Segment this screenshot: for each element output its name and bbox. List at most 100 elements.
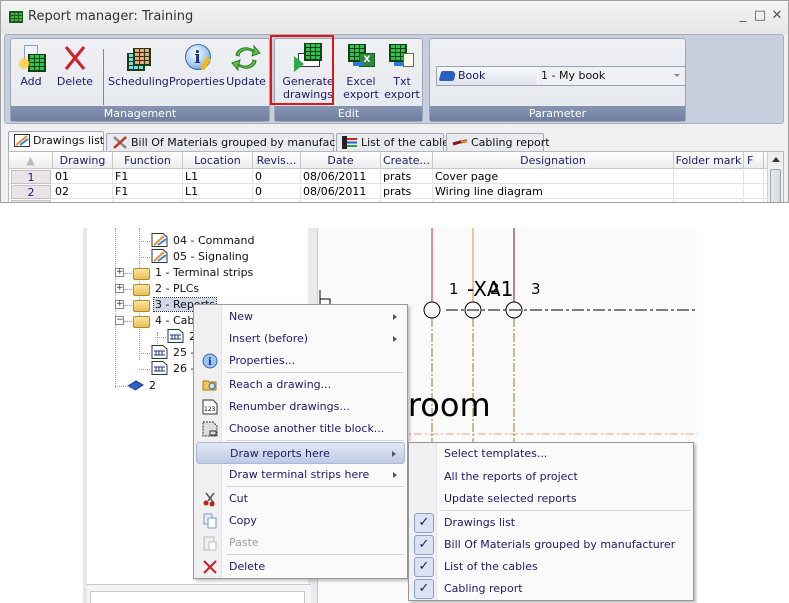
tab-bill-of-materials[interactable]: Bill Of Materials grouped by manufacture… xyxy=(106,133,362,151)
table-cell[interactable]: F1 xyxy=(113,200,183,202)
table-cell[interactable]: A. Gaith xyxy=(381,200,433,202)
table-cell[interactable]: 08/06/2011 xyxy=(301,170,381,184)
column-header[interactable]: Create... xyxy=(381,152,433,169)
menu-item-cut[interactable]: Cut xyxy=(196,488,405,510)
table-cell[interactable]: prats xyxy=(381,185,433,199)
tree-item-label: 1 - Terminal strips xyxy=(155,266,254,279)
properties-button[interactable]: i Properties xyxy=(169,43,225,88)
tree-item[interactable]: +1 - Terminal strips xyxy=(115,265,254,281)
table-cell[interactable]: The title book xyxy=(433,200,674,202)
tree-item[interactable]: +2 - PLCs xyxy=(115,281,200,297)
table-cell[interactable]: Cover page xyxy=(433,170,674,184)
menu-item-insert-before[interactable]: Insert (before) xyxy=(196,328,405,350)
menu-item-choose-another-title-block[interactable]: Choose another title block... xyxy=(196,418,405,440)
column-header[interactable]: Function xyxy=(113,152,183,169)
table-cell[interactable]: L1 xyxy=(183,200,253,202)
table-cell[interactable] xyxy=(674,185,744,199)
column-header[interactable]: Drawing xyxy=(53,152,113,169)
row-number[interactable]: 2 xyxy=(11,185,51,199)
menu-item-label: Delete xyxy=(229,560,266,573)
scheduling-button[interactable]: Scheduling xyxy=(108,43,169,88)
tab-cabling-report[interactable]: Cabling report xyxy=(446,133,550,151)
tree-item[interactable]: 2 xyxy=(115,378,157,394)
column-header[interactable]: Revis... xyxy=(253,152,301,169)
column-header[interactable]: Location xyxy=(183,152,253,169)
menu-item-draw-reports-here[interactable]: Draw reports here xyxy=(196,442,405,464)
table-cell[interactable]: 08/06/2011 xyxy=(301,200,381,202)
excel-export-button[interactable]: X Excel export xyxy=(342,43,380,101)
expand-icon[interactable]: + xyxy=(115,300,124,309)
table-cell[interactable]: F1 xyxy=(113,185,183,199)
table-cell[interactable]: Wiring line diagram xyxy=(433,185,674,199)
table-cell[interactable]: 0 xyxy=(253,200,301,202)
expand-icon[interactable]: + xyxy=(115,284,124,293)
expand-icon[interactable]: + xyxy=(115,268,124,277)
minimize-button[interactable]: _ xyxy=(736,9,750,23)
delete-button[interactable]: Delete xyxy=(55,43,95,88)
table-cell[interactable] xyxy=(744,200,764,202)
submenu-item-bill-of-materials-grouped-by-manufacturer[interactable]: ✓ Bill Of Materials grouped by manufactur… xyxy=(411,534,691,556)
table-row[interactable]: 1 01 F1 L1 0 08/06/2011 prats Cover page xyxy=(9,170,769,184)
menu-item-reach-a-drawing[interactable]: Reach a drawing... xyxy=(196,374,405,396)
checkmark-icon[interactable]: ✓ xyxy=(414,557,434,577)
book-select[interactable]: 1 - My book xyxy=(538,67,685,85)
tree-item[interactable]: 04 - Command xyxy=(139,233,256,249)
table-cell[interactable] xyxy=(674,170,744,184)
table-cell[interactable]: 02 xyxy=(53,185,113,199)
tab-list-of-cables[interactable]: List of the cables xyxy=(336,133,455,151)
submenu-item-drawings-list[interactable]: ✓ Drawings list xyxy=(411,512,691,534)
column-header[interactable]: Folder mark xyxy=(674,152,744,169)
close-button[interactable]: ✕ xyxy=(770,9,784,23)
update-button[interactable]: Update xyxy=(225,43,267,88)
table-row[interactable]: 2 02 F1 L1 0 08/06/2011 prats Wiring line diagr… xyxy=(9,185,769,199)
checkmark-icon[interactable]: ✓ xyxy=(414,513,434,533)
table-cell[interactable] xyxy=(674,200,744,202)
book-field[interactable]: Book 1 - My book xyxy=(436,66,686,86)
scroll-thumb[interactable] xyxy=(770,169,781,202)
menu-item-renumber-drawings[interactable]: 123 Renumber drawings... xyxy=(196,396,405,418)
submenu-item-update-selected-reports[interactable]: Update selected reports xyxy=(411,488,691,510)
collapse-icon[interactable]: − xyxy=(115,316,124,325)
table-cell[interactable]: 0 xyxy=(253,170,301,184)
add-button[interactable]: Add xyxy=(16,43,46,88)
table-cell[interactable]: L1 xyxy=(183,170,253,184)
table-row[interactable]: 303F1L1008/06/2011A. GaithThe title book xyxy=(9,200,769,202)
submenu-item-select-templates[interactable]: Select templates... xyxy=(411,443,691,465)
column-header[interactable]: Designation xyxy=(433,152,674,169)
table-cell[interactable]: 01 xyxy=(53,170,113,184)
scroll-up-icon[interactable] xyxy=(772,157,780,162)
txt-export-button[interactable]: Txt export xyxy=(383,43,421,101)
table-cell[interactable]: 08/06/2011 xyxy=(301,185,381,199)
column-header[interactable]: Date xyxy=(301,152,381,169)
dropdown-arrow-icon[interactable] xyxy=(674,74,680,77)
table-cell[interactable]: 03 xyxy=(53,200,113,202)
properties-icon: i xyxy=(181,43,213,73)
tree-item[interactable]: 05 - Signaling xyxy=(139,249,250,265)
maximize-button[interactable]: □ xyxy=(753,9,767,23)
menu-item-delete[interactable]: Delete xyxy=(196,556,405,578)
table-cell[interactable]: prats xyxy=(381,170,433,184)
menu-item-new[interactable]: New xyxy=(196,306,405,328)
checkmark-icon[interactable]: ✓ xyxy=(414,579,434,599)
table-cell[interactable] xyxy=(744,170,764,184)
menu-item-paste[interactable]: Paste xyxy=(196,532,405,554)
submenu-item-cabling-report[interactable]: ✓ Cabling report xyxy=(411,578,691,600)
column-header[interactable]: F xyxy=(744,152,764,169)
vertical-scrollbar[interactable] xyxy=(767,152,783,202)
menu-item-properties[interactable]: i Properties... xyxy=(196,350,405,372)
tab-drawings-list[interactable]: Drawings list xyxy=(8,131,104,152)
tree-footer-field xyxy=(90,591,305,603)
menu-item-draw-terminal-strips-here[interactable]: Draw terminal strips here xyxy=(196,464,405,486)
row-number[interactable]: 1 xyxy=(11,170,51,184)
table-cell[interactable]: L1 xyxy=(183,185,253,199)
submenu-item-all-the-reports-of-project[interactable]: All the reports of project xyxy=(411,466,691,488)
table-cell[interactable]: F1 xyxy=(113,170,183,184)
submenu-item-list-of-the-cables[interactable]: ✓ List of the cables xyxy=(411,556,691,578)
menu-item-copy[interactable]: Copy xyxy=(196,510,405,532)
table-cell[interactable]: 0 xyxy=(253,185,301,199)
table-cell[interactable] xyxy=(744,185,764,199)
row-number[interactable]: 3 xyxy=(11,200,51,202)
checkmark-icon[interactable]: ✓ xyxy=(414,535,434,555)
sort-column-header[interactable]: ▲ xyxy=(9,152,53,169)
title-bar[interactable]: Report manager: Training _ □ ✕ xyxy=(1,1,788,34)
